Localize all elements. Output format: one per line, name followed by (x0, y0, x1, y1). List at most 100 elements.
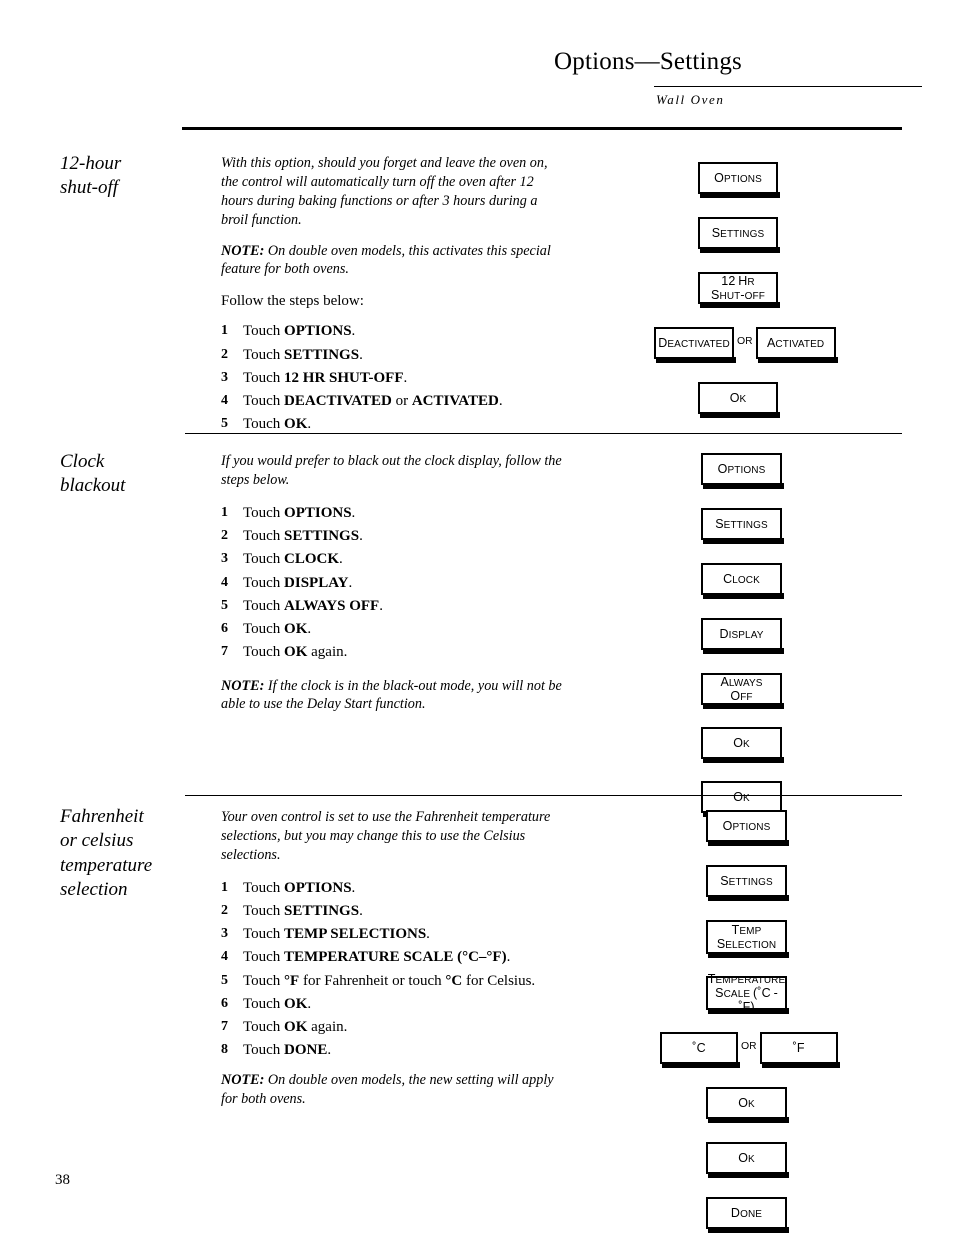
key-button[interactable]: OK (701, 781, 784, 817)
section-divider (185, 433, 902, 434)
key-button[interactable]: ˚F (759, 1032, 840, 1068)
note-text: If the clock is in the black-out mode, y… (221, 677, 562, 713)
step-number: 4 (221, 949, 228, 965)
step-number: 5 (221, 972, 228, 988)
key-button[interactable]: ACTIVATED (755, 327, 838, 363)
heading-line: selection (60, 878, 128, 900)
step-key-name: TEMP SELECTIONS (284, 926, 427, 943)
step-item: 4 Touch DEACTIVATED or ACTIVATED. (221, 390, 566, 413)
step-item: 5 Touch ALWAYS OFF. (221, 595, 566, 618)
note-paragraph: NOTE: On double oven models, the new set… (221, 1071, 566, 1109)
heading-line: temperature (60, 854, 153, 876)
step-item: 2 Touch SETTINGS. (221, 900, 566, 923)
heading-line: Fahrenheit (60, 806, 144, 827)
step-item: 4 Touch TEMPERATURE SCALE (°C–°F). (221, 946, 566, 969)
key-button[interactable]: SETTINGS (701, 508, 784, 544)
key-pair-row: ˚C OR ˚F (660, 1032, 840, 1068)
step-key-name: OK (284, 644, 308, 661)
step-number: 5 (221, 597, 228, 613)
key-button[interactable]: SETTINGS (706, 865, 789, 901)
steps-list: 1 Touch OPTIONS. 2 Touch SETTINGS. 3 Touch CL… (221, 502, 566, 665)
key-button[interactable]: DONE (706, 1197, 789, 1233)
key-button[interactable]: ALWAYS OFF (701, 673, 784, 709)
step-key-name: OPTIONS (284, 504, 352, 521)
step-item: 6 Touch OK. (221, 993, 566, 1016)
key-button[interactable]: TEMP SELECTION (706, 920, 789, 958)
step-key-name: ALWAYS OFF (284, 597, 380, 614)
key-button[interactable]: OPTIONS (706, 810, 789, 846)
step-number: 3 (221, 369, 228, 385)
key-button[interactable]: TEMPERATURE SCALE (˚C - ˚F) (706, 972, 789, 1014)
key-button[interactable]: OK (698, 382, 780, 418)
step-number: 1 (221, 323, 228, 339)
step-item: 6 Touch OK. (221, 618, 566, 641)
heading-line: Clock (60, 451, 105, 472)
steps-list: 1 Touch OPTIONS. 2 Touch SETTINGS. 3 Touch TE… (221, 877, 566, 1063)
section-heading-clock-blackout: Clock blackout (60, 450, 200, 499)
key-button[interactable]: OK (706, 1087, 789, 1123)
step-item: 5 Touch °F for Fahrenheit or touch °C for… (221, 970, 566, 993)
section-heading-twelve-hour-shutoff: 12-hour shut-off (60, 152, 200, 201)
step-number: 1 (221, 504, 228, 520)
step-number: 4 (221, 574, 228, 590)
step-key-name: DONE (284, 1042, 328, 1059)
steps-list: 1 Touch OPTIONS. 2 Touch SETTINGS. 3 Touch 12… (221, 320, 566, 436)
key-pair-row: DEACTIVATED OR ACTIVATED (654, 327, 838, 363)
key-button[interactable]: CLOCK (701, 563, 784, 599)
key-button[interactable]: DISPLAY (701, 618, 784, 654)
step-key-name: TEMPERATURE SCALE (°C–°F) (284, 949, 507, 966)
step-key-name: °C (445, 972, 463, 989)
note-label: NOTE: (221, 242, 265, 259)
section-heading-fahrenheit-celsius: Fahrenheit or celsius temperature selection (60, 805, 200, 902)
step-number: 8 (221, 1042, 228, 1058)
step-key-name: SETTINGS (284, 528, 360, 544)
intro-paragraph: With this option, should you forget and … (221, 155, 548, 228)
step-item: 8 Touch DONE. (221, 1039, 566, 1062)
step-number: 6 (221, 995, 228, 1011)
step-key-name: OK (284, 995, 308, 1012)
key-button[interactable]: OPTIONS (701, 453, 784, 489)
note-label: NOTE: (221, 1071, 265, 1088)
step-item: 3 Touch CLOCK. (221, 548, 566, 571)
step-item: 1 Touch OPTIONS. (221, 502, 566, 525)
step-key-name: °F (284, 972, 300, 989)
key-button[interactable]: OK (701, 727, 784, 763)
section-body-clock-blackout: If you would prefer to black out the clo… (221, 452, 566, 714)
step-key-name: OPTIONS (284, 879, 352, 896)
heading-line: or celsius (60, 830, 134, 852)
step-key-name: SETTINGS (284, 346, 360, 363)
step-number: 2 (221, 346, 228, 362)
key-button[interactable]: 12 HR SHUT-OFF (698, 272, 780, 308)
step-number: 3 (221, 926, 228, 942)
step-number: 5 (221, 416, 228, 432)
key-button[interactable]: SETTINGS (698, 217, 780, 253)
step-number: 4 (221, 393, 228, 408)
key-button[interactable]: OK (706, 1142, 789, 1178)
or-separator-label: OR (741, 1040, 757, 1053)
key-button[interactable]: ˚C (660, 1032, 740, 1068)
note-paragraph: NOTE: On double oven models, this activa… (221, 242, 566, 280)
heading-line: blackout (60, 475, 126, 497)
heading-line: 12-hour (60, 153, 122, 174)
step-item: 3 Touch TEMP SELECTIONS. (221, 923, 566, 946)
top-divider-rule (182, 127, 902, 130)
step-item: 3 Touch 12 HR SHUT-OFF. (221, 367, 566, 390)
step-item: 1 Touch OPTIONS. (221, 320, 566, 343)
step-number: 2 (221, 528, 228, 543)
intro-paragraph: Your oven control is set to use the Fahr… (221, 809, 551, 863)
key-button[interactable]: OPTIONS (698, 162, 780, 198)
step-item: 7 Touch OK again. (221, 641, 566, 664)
step-key-name: OPTIONS (284, 323, 352, 340)
note-text: On double oven models, the new setting w… (221, 1071, 554, 1107)
step-number: 7 (221, 1019, 228, 1035)
step-key-name: 12 HR SHUT-OFF (284, 369, 404, 386)
step-number: 7 (221, 644, 228, 660)
step-number: 6 (221, 621, 228, 636)
section-body-twelve-hour-shutoff: With this option, should you forget and … (221, 154, 566, 437)
note-text: On double oven models, this activates th… (221, 242, 551, 278)
intro-paragraph: If you would prefer to black out the clo… (221, 453, 562, 488)
heading-line: shut-off (60, 177, 119, 199)
key-column-clock-blackout: OPTIONS SETTINGS CLOCK DISPLAY ALWAYS OFF OK OK (701, 453, 784, 819)
key-button[interactable]: DEACTIVATED (654, 327, 736, 363)
step-item: 2 Touch SETTINGS. (221, 525, 566, 548)
